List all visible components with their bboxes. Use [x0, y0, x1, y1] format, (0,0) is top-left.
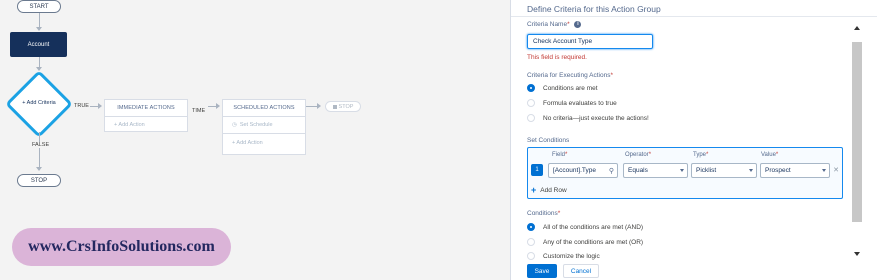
delete-row-icon[interactable]: ✕ — [833, 166, 839, 174]
cancel-button[interactable]: Cancel — [563, 264, 599, 278]
field-value: [Account].Type — [553, 167, 596, 174]
operator-select[interactable]: Equals — [623, 163, 688, 178]
column-field: Field* — [552, 152, 568, 158]
criteria-name-input[interactable]: Check Account Type — [527, 34, 653, 49]
panel-title: Define Criteria for this Action Group — [527, 4, 661, 14]
connector — [39, 132, 40, 168]
radio-no-criteria[interactable]: No criteria—just execute the actions! — [527, 114, 649, 122]
add-immediate-action[interactable]: + Add Action — [105, 116, 187, 132]
connector — [39, 13, 40, 28]
scheduled-actions-header: SCHEDULED ACTIONS — [233, 105, 295, 111]
radio-button[interactable] — [527, 223, 535, 231]
radio-all-and[interactable]: All of the conditions are met (AND) — [527, 223, 643, 231]
column-type: Type* — [693, 152, 709, 158]
set-conditions-label: Set Conditions — [527, 137, 570, 144]
stop-node: STOP — [17, 174, 61, 187]
arrow-right-icon — [98, 103, 102, 109]
radio-label: Conditions are met — [543, 84, 598, 92]
divider — [511, 16, 877, 17]
immediate-actions-header: IMMEDIATE ACTIONS — [117, 105, 175, 111]
conditions-label-text: Conditions — [527, 210, 558, 217]
add-scheduled-action[interactable]: + Add Action — [223, 133, 305, 151]
watermark: www.CrsInfoSolutions.com — [12, 228, 231, 266]
stop-square-icon — [332, 104, 337, 109]
process-canvas: START Account + Add Criteria TRUE IMMEDI… — [0, 0, 510, 280]
radio-formula[interactable]: Formula evaluates to true — [527, 99, 617, 107]
radio-button[interactable] — [527, 84, 535, 92]
executing-label: Criteria for Executing Actions* — [527, 72, 613, 79]
immediate-actions-box: IMMEDIATE ACTIONS + Add Action — [104, 99, 188, 132]
radio-button[interactable] — [527, 114, 535, 122]
set-schedule-label: Set Schedule — [239, 122, 273, 128]
clock-icon: ◷ — [232, 122, 237, 128]
criteria-panel: Define Criteria for this Action Group Cr… — [510, 0, 877, 280]
search-icon[interactable]: ⚲ — [609, 167, 614, 175]
panel-footer: Save Cancel — [511, 262, 877, 280]
arrow-down-icon — [36, 167, 42, 171]
type-select[interactable]: Picklist — [691, 163, 757, 178]
radio-label: Formula evaluates to true — [543, 99, 617, 107]
conditions-table: Field* Operator* Type* Value* 1 [Account… — [527, 147, 843, 199]
radio-label: No criteria—just execute the actions! — [543, 114, 649, 122]
value-value: Prospect — [765, 167, 791, 174]
radio-button[interactable] — [527, 99, 535, 107]
chevron-down-icon — [822, 169, 826, 172]
chevron-down-icon — [749, 169, 753, 172]
field-picker[interactable]: [Account].Type ⚲ — [548, 163, 618, 178]
add-row-label: Add Row — [540, 187, 567, 194]
add-row-button[interactable]: + Add Row — [531, 186, 567, 195]
ghost-stop-label: STOP — [338, 103, 354, 110]
column-value: Value* — [761, 152, 779, 158]
info-icon[interactable]: i — [574, 21, 582, 28]
scroll-thumb[interactable] — [852, 42, 862, 222]
arrow-right-icon — [317, 103, 321, 109]
save-button[interactable]: Save — [527, 264, 557, 278]
radio-button[interactable] — [527, 252, 535, 260]
scrollbar[interactable] — [852, 20, 862, 260]
radio-label: Any of the conditions are met (OR) — [543, 238, 644, 246]
add-criteria-label[interactable]: + Add Criteria — [6, 100, 72, 106]
error-message: This field is required. — [527, 54, 587, 61]
conditions-label: Conditions* — [527, 210, 561, 217]
radio-label: Customize the logic — [543, 252, 600, 260]
scheduled-actions-box: SCHEDULED ACTIONS ◷ Set Schedule + Add A… — [222, 99, 306, 155]
object-node[interactable]: Account — [10, 32, 67, 57]
type-value: Picklist — [696, 167, 717, 174]
criteria-name-label: Criteria Name* i — [527, 21, 582, 29]
ghost-stop-node: STOP — [325, 101, 361, 112]
chevron-down-icon — [680, 169, 684, 172]
operator-value: Equals — [628, 167, 648, 174]
row-number: 1 — [531, 164, 543, 176]
radio-button[interactable] — [527, 238, 535, 246]
executing-label-text: Criteria for Executing Actions — [527, 72, 611, 79]
arrow-down-icon — [36, 67, 42, 71]
arrow-down-icon — [36, 27, 42, 31]
scroll-down-icon[interactable] — [854, 252, 860, 256]
value-select[interactable]: Prospect — [760, 163, 830, 178]
false-label: FALSE — [32, 142, 50, 148]
plus-icon: + — [531, 185, 537, 195]
radio-conditions-met[interactable]: Conditions are met — [527, 84, 598, 92]
true-label: TRUE — [74, 103, 89, 109]
radio-any-or[interactable]: Any of the conditions are met (OR) — [527, 238, 643, 246]
scroll-up-icon[interactable] — [854, 26, 860, 30]
criteria-name-text: Criteria Name — [527, 21, 568, 29]
arrow-right-icon — [216, 103, 220, 109]
radio-label: All of the conditions are met (AND) — [543, 223, 644, 231]
set-schedule[interactable]: ◷ Set Schedule — [223, 116, 305, 133]
start-node: START — [17, 0, 61, 13]
column-operator: Operator* — [625, 152, 652, 158]
time-label: TIME — [192, 108, 206, 114]
radio-custom-logic[interactable]: Customize the logic — [527, 252, 600, 260]
